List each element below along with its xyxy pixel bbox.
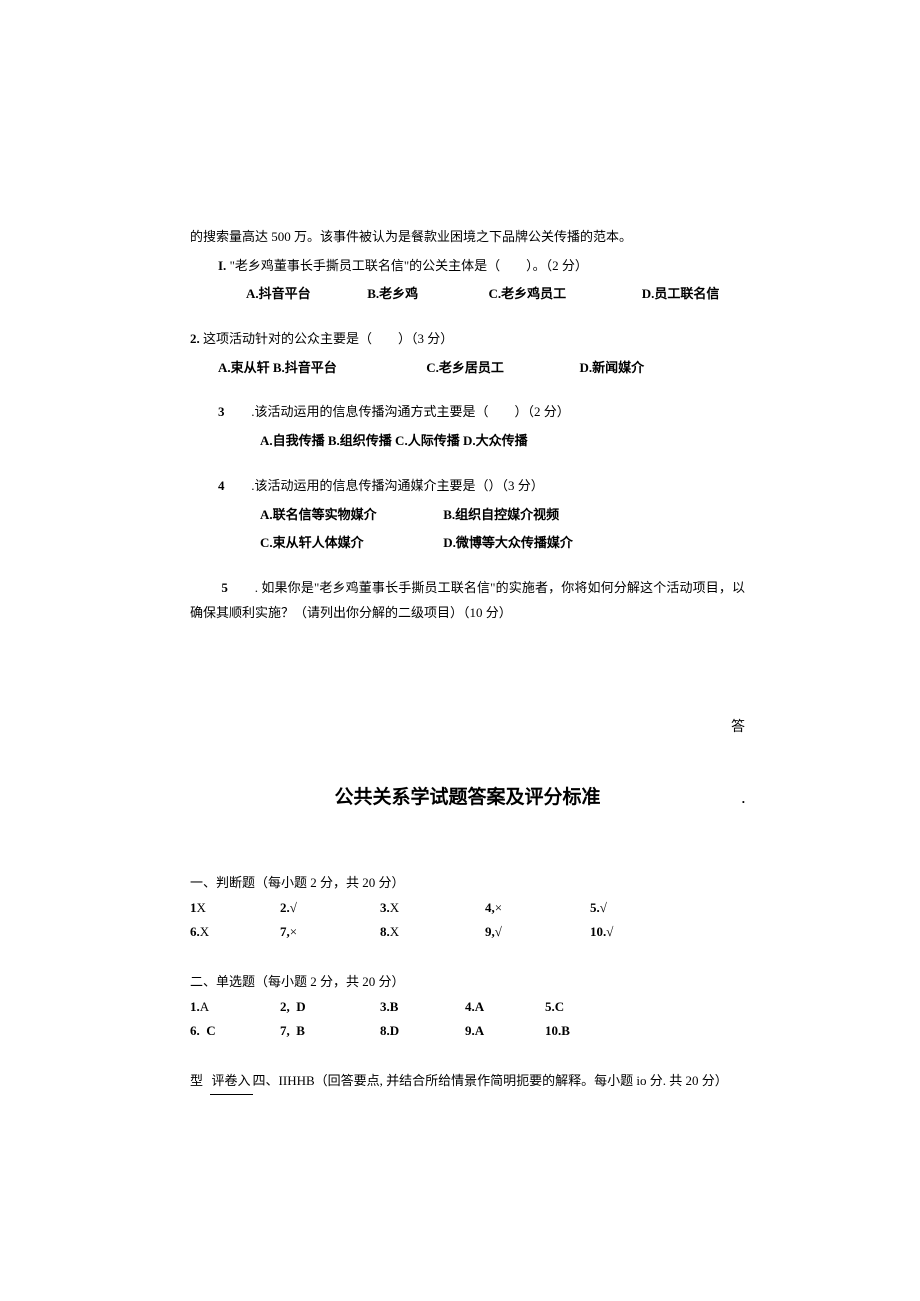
q4-stem: 4 .该活动运用的信息传播沟通媒介主要是（）（3 分） — [190, 474, 745, 499]
footer-post: 四、IIHHB（回答要点, 并结合所给情景作简明扼要的解释。每小题 io 分. … — [253, 1073, 728, 1088]
s1r2c1n: 6. — [190, 924, 200, 939]
s2r1c4n: 4. — [465, 999, 475, 1014]
s1r2c4: √ — [495, 924, 502, 939]
s2r2c2n: 7, — [280, 1023, 290, 1038]
q3-stem: 3 .该活动运用的信息传播沟通方式主要是（ ）（2 分） — [190, 400, 745, 425]
q4-opt-a: A.联名信等实物媒介 — [260, 503, 440, 528]
s1r2c5: √ — [606, 924, 613, 939]
s2r1c1: A — [200, 999, 209, 1014]
section2-head: 二、单选题（每小题 2 分，共 20 分） — [190, 970, 745, 995]
s1r1c4n: 4, — [485, 900, 495, 915]
q2-opt-ab: A.束从轩 B.抖音平台 — [218, 356, 423, 381]
q2-text: 这项活动针对的公众主要是（ ）（3 分） — [203, 331, 453, 346]
q1-opt-c: C.老乡鸡员工 — [489, 282, 639, 307]
section1-row1: 1X 2.√ 3.X 4,× 5.√ — [190, 896, 745, 921]
q5-num: 5 — [221, 576, 251, 601]
s2r2c5: B — [561, 1023, 570, 1038]
s2r2c3: D — [390, 1023, 399, 1038]
q1-opt-d: D.员工联名信 — [642, 282, 720, 307]
q4-opt-b: B.组织自控媒介视频 — [443, 503, 559, 528]
q2-stem: 2. 这项活动针对的公众主要是（ ）（3 分） — [190, 327, 745, 352]
s2r2c4: A — [475, 1023, 484, 1038]
s1r2c1: X — [200, 924, 209, 939]
s2r1c5: C — [555, 999, 564, 1014]
s1r1c2: √ — [290, 900, 297, 915]
s1r2c3: X — [390, 924, 399, 939]
s2r2c1n: 6. — [190, 1023, 200, 1038]
s1r1c5: √ — [600, 900, 607, 915]
s2r1c3: B — [390, 999, 399, 1014]
q2-opt-c: C.老乡居员工 — [426, 356, 576, 381]
s1r1c4: × — [495, 900, 502, 915]
q1-options: A.抖音平台 B.老乡鸡 C.老乡鸡员工 D.员工联名信 — [190, 282, 745, 307]
q1-stem: I. "老乡鸡董事长手撕员工联名信"的公关主体是（ ）。（2 分） — [190, 254, 745, 279]
q4-text: .该活动运用的信息传播沟通媒介主要是（）（3 分） — [251, 478, 544, 493]
q2-num: 2. — [190, 331, 200, 346]
s1r2c2n: 7, — [280, 924, 290, 939]
q4-options-row2: C.束从轩人体媒介 D.微博等大众传播媒介 — [190, 531, 745, 556]
document-page: 的搜索量高达 500 万。该事件被认为是餐款业困境之下品牌公关传播的范本。 I.… — [0, 0, 920, 1245]
q1-opt-b: B.老乡鸡 — [367, 282, 485, 307]
q2-options: A.束从轩 B.抖音平台 C.老乡居员工 D.新闻媒介 — [190, 356, 745, 381]
s1r1c3: X — [390, 900, 399, 915]
title-dot: . — [742, 787, 745, 812]
section1-row2: 6.X 7,× 8.X 9,√ 10.√ — [190, 920, 745, 945]
s2r1c5n: 5. — [545, 999, 555, 1014]
q5-text: . 如果你是"老乡鸡董事长手撕员工联名信"的实施者，你将如何分解这个活动项目，以… — [190, 580, 745, 620]
q1-text: "老乡鸡董事长手撕员工联名信"的公关主体是（ ）。（2 分） — [230, 258, 588, 273]
intro-paragraph: 的搜索量高达 500 万。该事件被认为是餐款业困境之下品牌公关传播的范本。 — [190, 225, 745, 250]
s2r2c4n: 9. — [465, 1023, 475, 1038]
s1r1c1: X — [197, 900, 206, 915]
s1r2c2: × — [290, 924, 297, 939]
q4-opt-c: C.束从轩人体媒介 — [260, 531, 440, 556]
q3-num: 3 — [218, 400, 248, 425]
q1-opt-a: A.抖音平台 — [246, 282, 364, 307]
answers-title: 公共关系学试题答案及评分标准 — [334, 780, 600, 816]
s2r1c3n: 3. — [380, 999, 390, 1014]
q1-num: I. — [218, 258, 226, 273]
s1r1c5n: 5. — [590, 900, 600, 915]
s2r1c2: D — [296, 999, 305, 1014]
s1r2c5n: 10. — [590, 924, 606, 939]
s2r2c5n: 10. — [545, 1023, 561, 1038]
s1r2c4n: 9, — [485, 924, 495, 939]
q3-options: A.自我传播 B.组织传播 C.人际传播 D.大众传播 — [190, 429, 745, 454]
answers-title-wrap: 公共关系学试题答案及评分标准 . — [190, 780, 745, 816]
s1r2c3n: 8. — [380, 924, 390, 939]
q4-options-row1: A.联名信等实物媒介 B.组织自控媒介视频 — [190, 503, 745, 528]
q4-opt-d: D.微博等大众传播媒介 — [443, 531, 573, 556]
footer-underline: 评卷入 — [210, 1069, 253, 1095]
answer-marker: 答 — [190, 715, 745, 742]
q3-text: .该活动运用的信息传播沟通方式主要是（ ）（2 分） — [251, 404, 570, 419]
footer-line: 型 评卷入四、IIHHB（回答要点, 并结合所给情景作简明扼要的解释。每小题 i… — [190, 1069, 745, 1095]
s2r2c1: C — [206, 1023, 215, 1038]
s2r1c1n: 1. — [190, 999, 200, 1014]
s1r1c2n: 2. — [280, 900, 290, 915]
q4-num: 4 — [218, 474, 248, 499]
s2r1c4: A — [475, 999, 484, 1014]
section2-row1: 1.A 2, D 3.B 4.A 5.C — [190, 995, 745, 1020]
section1-head: 一、判断题（每小题 2 分，共 20 分） — [190, 871, 745, 896]
s2r2c3n: 8. — [380, 1023, 390, 1038]
s2r2c2: B — [296, 1023, 305, 1038]
section2-row2: 6. C 7, B 8.D 9.A 10.B — [190, 1019, 745, 1044]
s1r1c3n: 3. — [380, 900, 390, 915]
footer-pre: 型 — [190, 1073, 203, 1088]
s2r1c2n: 2, — [280, 999, 290, 1014]
q5-stem: 5 . 如果你是"老乡鸡董事长手撕员工联名信"的实施者，你将如何分解这个活动项目… — [190, 576, 745, 625]
q2-opt-d: D.新闻媒介 — [580, 356, 645, 381]
